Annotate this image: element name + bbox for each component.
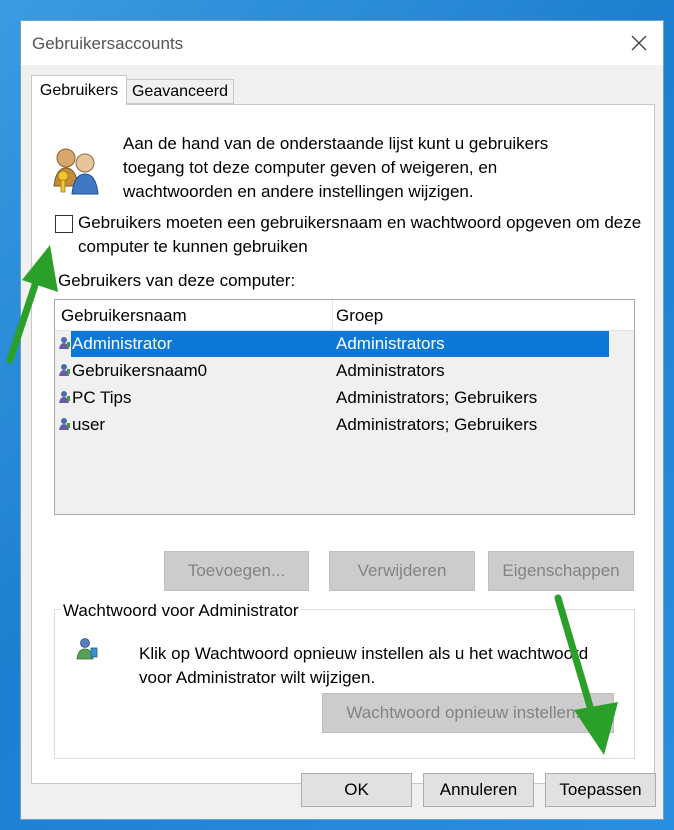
annotation-arrow-down-icon [554, 594, 618, 755]
cell-group: Administrators [336, 334, 445, 353]
intro-text: Aan de hand van de onderstaande lijst ku… [123, 134, 549, 201]
apply-button[interactable]: Toepassen [545, 773, 656, 807]
column-divider[interactable] [332, 300, 333, 330]
user-icon [59, 418, 70, 430]
properties-button[interactable]: Eigenschappen [488, 551, 634, 591]
cell-group: Administrators; Gebruikers [336, 388, 538, 407]
cell-username: Administrator [72, 334, 173, 353]
require-login-checkbox[interactable] [55, 215, 73, 233]
tab-label: Geavanceerd [131, 82, 229, 100]
column-header-group[interactable]: Groep [336, 306, 383, 326]
table-row[interactable]: user Administrators; Gebruikers [55, 412, 611, 438]
users-keys-icon [53, 148, 99, 195]
password-group-title: Wachtwoord voor Administrator [61, 601, 301, 621]
table-row[interactable]: PC Tips Administrators; Gebruikers [55, 385, 611, 411]
cancel-button[interactable]: Annuleren [423, 773, 534, 807]
table-row[interactable]: Administrator Administrators [55, 331, 611, 357]
window-title: Gebruikersaccounts [32, 34, 184, 53]
tab-gebruikers[interactable]: Gebruikers [31, 75, 127, 105]
require-login-label[interactable]: Gebruikers moeten een gebruikersnaam en … [78, 211, 648, 259]
tab-geavanceerd[interactable]: Geavanceerd [126, 79, 234, 104]
users-listview[interactable]: Gebruikersnaam Groep Administrator Admin… [54, 299, 635, 515]
ok-button[interactable]: OK [301, 773, 412, 807]
cell-group: Administrators; Gebruikers [336, 415, 538, 434]
column-header-username[interactable]: Gebruikersnaam [61, 306, 187, 326]
annotation-arrow-up-icon [6, 245, 58, 364]
title-bar: Gebruikersaccounts [21, 21, 663, 65]
password-group-text: Klik op Wachtwoord opnieuw instellen als… [139, 644, 589, 687]
users-list-label: Gebruikers van deze computer: [58, 271, 296, 290]
add-user-button[interactable]: Toevoegen... [164, 551, 309, 591]
cell-username: PC Tips [72, 388, 132, 407]
table-row[interactable]: Gebruikersnaam0 Administrators [55, 358, 611, 384]
user-password-icon [76, 638, 98, 660]
close-icon [631, 35, 647, 51]
cell-username: Gebruikersnaam0 [72, 361, 208, 380]
listview-header: Gebruikersnaam Groep [55, 300, 634, 331]
close-button[interactable] [615, 21, 663, 65]
cell-group: Administrators [336, 361, 445, 380]
tab-label: Gebruikers [39, 81, 119, 99]
user-icon [59, 391, 70, 403]
cell-username: user [72, 415, 106, 434]
remove-user-button[interactable]: Verwijderen [329, 551, 475, 591]
